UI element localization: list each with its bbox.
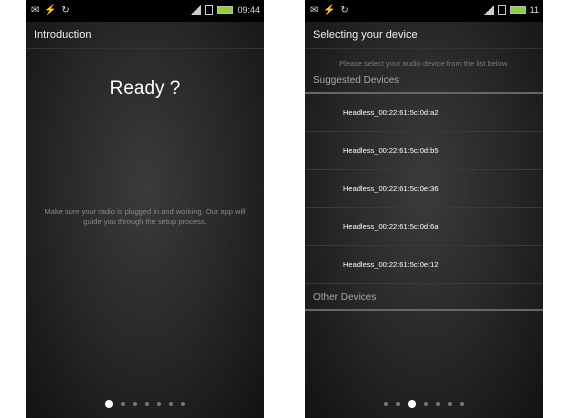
status-bar: ✉ ⚡ ↻ 09:44 (26, 0, 264, 22)
device-item[interactable]: Headless_00:22:61:5c:0d:6a (305, 208, 543, 246)
page-indicator (26, 400, 264, 408)
intro-description: Make sure your radio is plugged in and w… (44, 207, 246, 226)
suggested-devices-header: Suggested Devices (305, 69, 543, 94)
page-indicator (305, 400, 543, 408)
page-dot[interactable] (145, 402, 149, 406)
device-select-screen: ✉ ⚡ ↻ 11 Selecting your device Please se… (305, 0, 543, 418)
other-devices-header: Other Devices (305, 284, 543, 311)
status-bar: ✉ ⚡ ↻ 11 (305, 0, 543, 22)
notification-icons: ✉ ⚡ ↻ (310, 5, 350, 16)
sd-card-icon (205, 5, 214, 15)
status-time: 09:44 (237, 5, 260, 15)
page-dot[interactable] (384, 402, 388, 406)
status-time: 11 (529, 5, 539, 15)
page-dot[interactable] (436, 402, 440, 406)
page-dot[interactable] (448, 402, 452, 406)
signal-icon (483, 5, 494, 15)
page-dot[interactable] (424, 402, 428, 406)
select-instructions: Please select your audio device from the… (339, 59, 509, 68)
intro-screen: ✉ ⚡ ↻ 09:44 Introduction Ready ? Make su… (26, 0, 264, 418)
sd-card-icon (497, 5, 506, 15)
battery-icon (509, 6, 526, 14)
page-dot[interactable] (181, 402, 185, 406)
action-bar-title: Introduction (26, 22, 264, 49)
notification-icons: ✉ ⚡ ↻ (31, 5, 71, 16)
page-dot[interactable] (133, 402, 137, 406)
device-item[interactable]: Headless_00:22:61:5c:0e:12 (305, 246, 543, 284)
page-dot[interactable] (169, 402, 173, 406)
ready-heading: Ready ? (109, 78, 181, 99)
device-item[interactable]: Headless_00:22:61:5c:0e:36 (305, 170, 543, 208)
page-dot[interactable] (121, 402, 125, 406)
page-dot-active[interactable] (408, 400, 416, 408)
page-dot[interactable] (157, 402, 161, 406)
page-dot[interactable] (460, 402, 464, 406)
device-item[interactable]: Headless_00:22:61:5c:0d:b5 (305, 132, 543, 170)
page-dot[interactable] (396, 402, 400, 406)
device-list: Headless_00:22:61:5c:0d:a2 Headless_00:2… (305, 94, 543, 284)
battery-icon (217, 6, 234, 14)
action-bar-title: Selecting your device (305, 22, 543, 49)
device-item[interactable]: Headless_00:22:61:5c:0d:a2 (305, 94, 543, 132)
page-dot-active[interactable] (105, 400, 113, 408)
signal-icon (191, 5, 202, 15)
